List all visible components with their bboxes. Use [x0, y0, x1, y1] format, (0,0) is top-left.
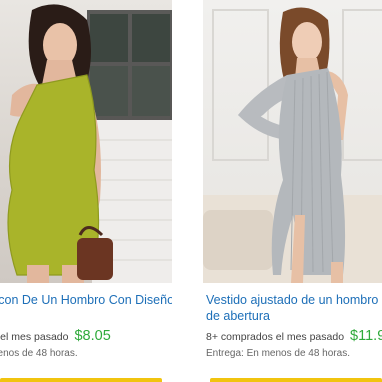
product-title[interactable]: ycon De Un Hombro Con Diseño [0, 292, 172, 308]
product-title[interactable]: Vestido ajustado de un hombro de abertur… [206, 292, 382, 324]
dress-photo-olive-icon [7, 4, 172, 283]
price: $8.05 [74, 328, 111, 344]
dress-photo-gray-icon [203, 7, 382, 283]
sold-count: s el mes pasado [0, 331, 69, 343]
add-to-cart-button[interactable] [0, 378, 162, 382]
sold-count: 8+ comprados el mes pasado [206, 331, 345, 343]
price: $11.97 [350, 328, 382, 344]
price-row: 8+ comprados el mes pasado $11.97 [206, 328, 382, 344]
product-image[interactable] [203, 0, 382, 283]
delivery-info: Entrega: En menos de 48 horas. [206, 348, 350, 359]
product-card[interactable]: ycon De Un Hombro Con Diseño s el mes pa… [0, 0, 172, 382]
product-card[interactable]: Vestido ajustado de un hombro de abertur… [203, 0, 382, 382]
price-row: s el mes pasado $8.05 [0, 328, 172, 344]
delivery-info: nenos de 48 horas. [0, 348, 78, 359]
add-to-cart-button[interactable] [210, 378, 382, 382]
product-image[interactable] [0, 0, 172, 283]
